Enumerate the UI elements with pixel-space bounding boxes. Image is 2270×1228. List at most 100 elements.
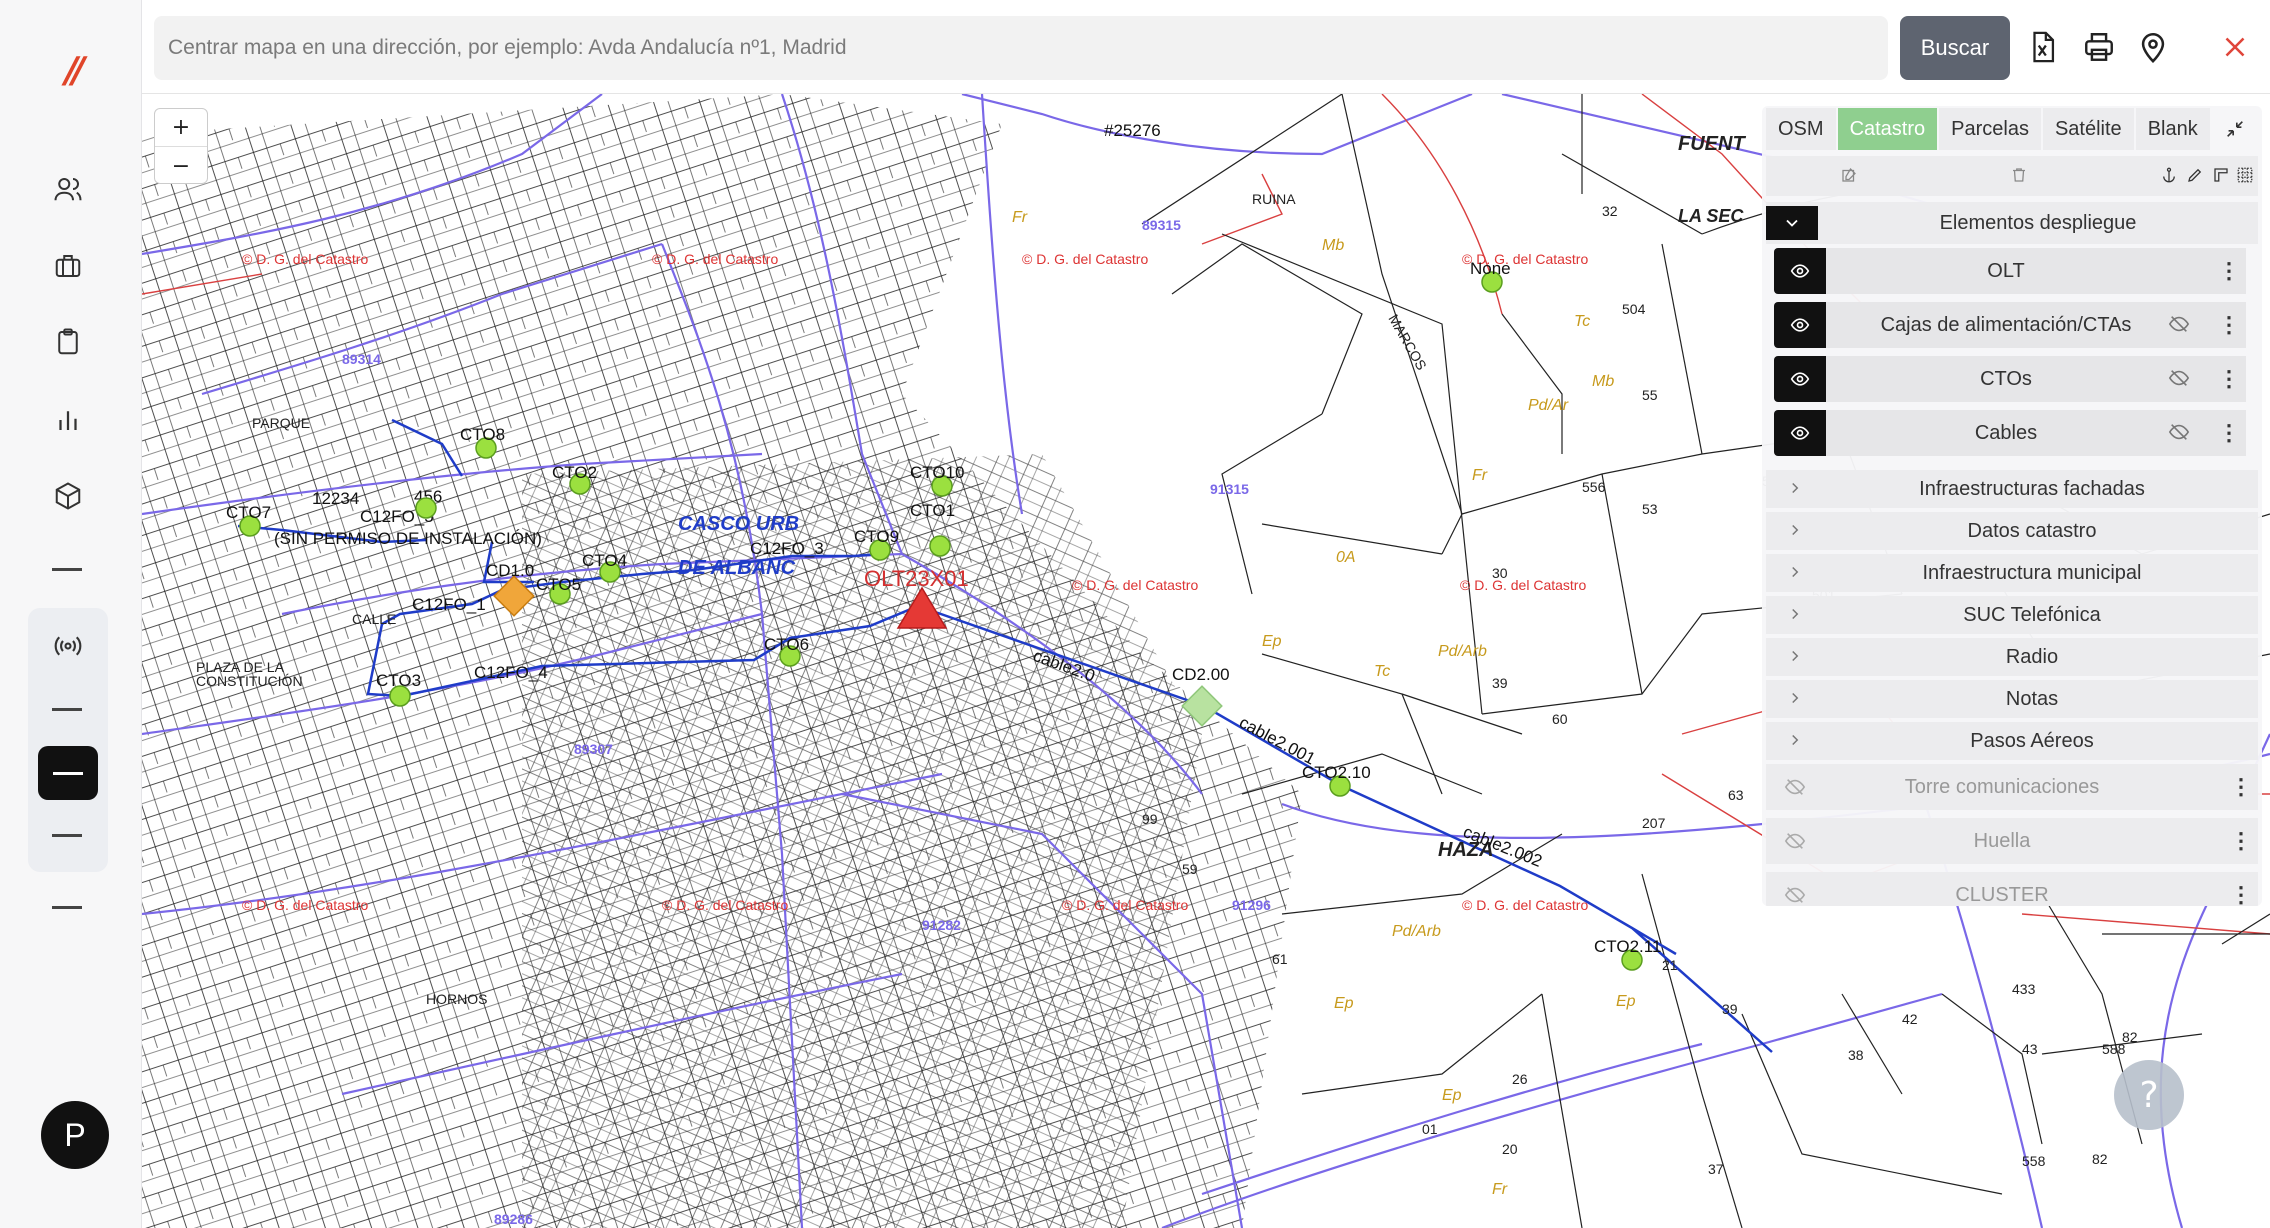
svg-text:558: 558 [2022,1153,2046,1169]
svg-text:556: 556 [1582,479,1606,495]
kebab-menu-icon[interactable]: ⋮ [2218,310,2240,340]
grid-select-icon[interactable] [2232,162,2258,188]
layer-cluster[interactable]: CLUSTER ⋮ [1766,872,2258,906]
zoom-control: + − [154,108,208,184]
close-icon[interactable] [2212,24,2258,70]
layer-cajas[interactable]: Cajas de alimentación/CTAs ⋮ [1774,302,2246,348]
eye-off-icon[interactable] [2168,421,2192,445]
trash-icon[interactable] [2006,162,2032,188]
section-radio[interactable]: Radio [1766,638,2258,676]
print-icon[interactable] [2076,24,2122,70]
eye-icon[interactable] [1774,302,1826,348]
street-label: CALLE [352,611,396,627]
svg-text:30: 30 [1492,565,1508,581]
svg-text:504: 504 [1622,301,1646,317]
clipboard-icon[interactable] [44,318,92,366]
section-infraestructuras-fachadas[interactable]: Infraestructuras fachadas [1766,470,2258,508]
section-suc-telefonica[interactable]: SUC Telefónica [1766,596,2258,634]
section-label: Infraestructuras fachadas [1919,478,2145,500]
zoom-in-button[interactable]: + [155,109,207,147]
bar-chart-icon[interactable] [44,396,92,444]
cd2-label: CD2.00 [1172,665,1230,684]
app-logo[interactable]: // [52,50,92,91]
cto-marker[interactable] [415,497,437,519]
eye-off-icon[interactable] [1784,776,1808,798]
chevron-down-icon[interactable] [1766,206,1818,240]
layer-huella[interactable]: Huella ⋮ [1766,818,2258,864]
eye-icon[interactable] [1774,410,1826,456]
cto-marker[interactable] [929,535,951,557]
kebab-menu-icon[interactable]: ⋮ [2230,880,2252,906]
layer-panel: OSM Catastro Parcelas Satélite Blank Ele… [1762,106,2262,906]
search-input[interactable] [154,16,1888,80]
kebab-menu-icon[interactable]: ⋮ [2218,364,2240,394]
zoom-out-button[interactable]: − [155,147,207,185]
network-label: 12234 [312,489,359,508]
layer-label: Huella [1973,830,2031,852]
collapse-panel-icon[interactable] [2218,112,2252,146]
excel-export-icon[interactable] [2020,24,2066,70]
location-pin-icon[interactable] [2130,24,2176,70]
street-label: LA SEC [1678,206,1744,226]
rail-item-dash[interactable] [52,708,82,711]
section-datos-catastro[interactable]: Datos catastro [1766,512,2258,550]
chevron-right-icon [1786,562,1806,584]
group-elementos-despliegue[interactable]: Elementos despliegue [1766,202,2258,244]
eye-off-icon[interactable] [2168,313,2192,337]
tab-parcelas[interactable]: Parcelas [1939,108,2041,150]
section-pasos-aereos[interactable]: Pasos Aéreos [1766,722,2258,760]
svg-text:43: 43 [2022,1041,2038,1057]
cto-label: CTO2.10 [1302,763,1371,782]
anchor-icon[interactable] [2156,162,2182,188]
top-bar: Buscar [142,0,2270,94]
rail-item-dash[interactable] [52,834,82,837]
cadastre-watermark: © D. G. del Catastro [242,897,368,913]
svg-text:38: 38 [1848,1047,1864,1063]
eye-icon[interactable] [1774,248,1826,294]
eye-off-icon[interactable] [1784,830,1808,852]
svg-text:Pd/Ar: Pd/Ar [1528,397,1569,414]
box-icon[interactable] [44,472,92,520]
layer-cables[interactable]: Cables ⋮ [1774,410,2246,456]
avatar[interactable]: P [41,1101,109,1169]
rail-item-active[interactable] [38,746,98,800]
kebab-menu-icon[interactable]: ⋮ [2218,418,2240,448]
parcel-number: 91282 [922,917,961,933]
cable-label: C12FO_4 [474,663,548,682]
eye-off-icon[interactable] [1784,884,1808,906]
edit-icon[interactable] [1836,162,1862,188]
layer-ctos[interactable]: CTOs ⋮ [1774,356,2246,402]
cto-label: CTO7 [226,503,271,522]
pencil-icon[interactable] [2182,162,2208,188]
section-infraestructura-municipal[interactable]: Infraestructura municipal [1766,554,2258,592]
cto-label: CTO8 [460,425,505,444]
tab-blank[interactable]: Blank [2135,108,2210,150]
svg-text:53: 53 [1642,501,1658,517]
chevron-right-icon [1786,604,1806,626]
briefcase-icon[interactable] [44,242,92,290]
layer-olt[interactable]: OLT ⋮ [1774,248,2246,294]
svg-text:Mb: Mb [1322,237,1344,254]
street-label: PARQUE [252,415,310,431]
ruler-icon[interactable] [2208,162,2234,188]
svg-text:01: 01 [1422,1121,1438,1137]
cable-label: C12FO_3 [750,539,824,558]
svg-text:55: 55 [1642,387,1658,403]
broadcast-icon[interactable] [44,622,92,670]
tab-satelite[interactable]: Satélite [2042,108,2134,150]
eye-icon[interactable] [1774,356,1826,402]
kebab-menu-icon[interactable]: ⋮ [2218,256,2240,286]
kebab-menu-icon[interactable]: ⋮ [2230,772,2252,802]
svg-text:39: 39 [1722,1001,1738,1017]
eye-off-icon[interactable] [2168,367,2192,391]
layer-torre-comunicaciones[interactable]: Torre comunicaciones ⋮ [1766,764,2258,810]
tab-catastro[interactable]: Catastro [1837,108,1938,150]
section-notas[interactable]: Notas [1766,680,2258,718]
help-button[interactable]: ? [2114,1060,2184,1130]
search-button[interactable]: Buscar [1900,16,2010,80]
svg-text:Pd/Arb: Pd/Arb [1438,643,1487,660]
kebab-menu-icon[interactable]: ⋮ [2230,826,2252,856]
users-icon[interactable] [44,165,92,213]
tab-osm[interactable]: OSM [1766,108,1836,150]
rail-item-dash[interactable] [52,906,82,909]
